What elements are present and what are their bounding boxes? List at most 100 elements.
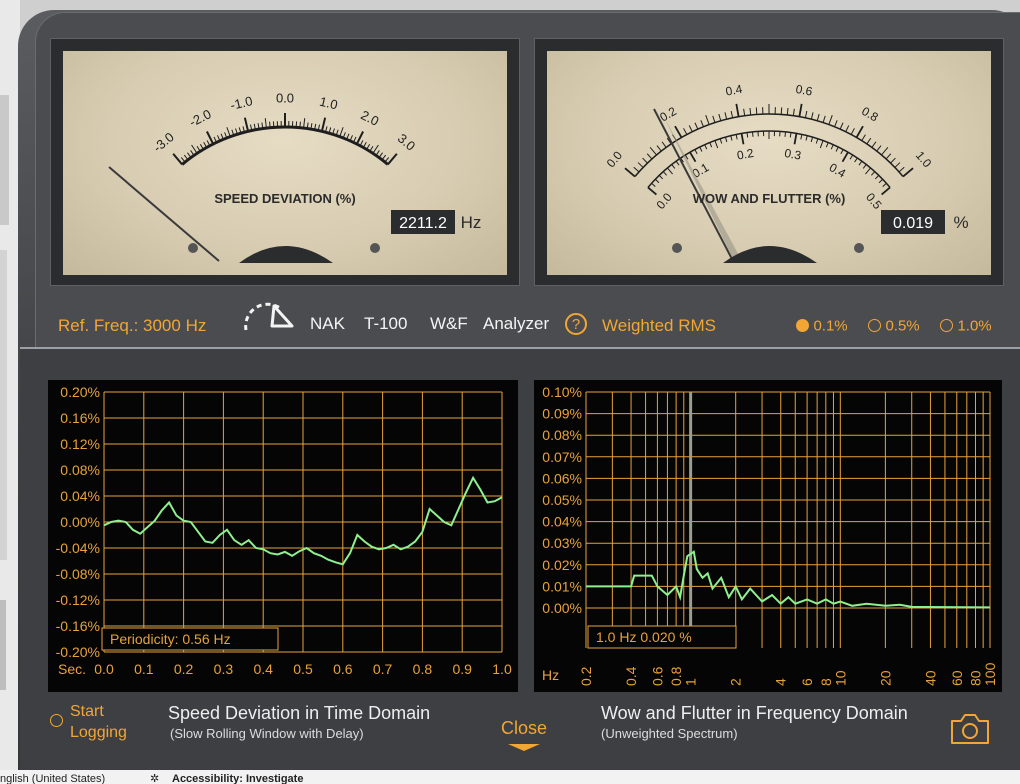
outer-tick [649, 146, 657, 156]
speed-tick-label: 1.0 [318, 94, 339, 113]
x-tick-label: 0.9 [452, 661, 472, 677]
meter-tick [381, 154, 387, 161]
background-panel [0, 95, 9, 225]
y-tick-label: -0.12% [56, 592, 100, 608]
inner-tick [671, 164, 676, 169]
help-icon[interactable]: ? [565, 313, 587, 335]
inner-tick [835, 146, 839, 152]
radio-unselected [940, 319, 953, 333]
accessibility-icon: ✲ [150, 773, 160, 784]
background-panel [0, 600, 6, 690]
time-domain-plot: 0.20% 0.16% 0.12% 0.08% 0.04% 0.00% -0.04% -0.0… [48, 380, 518, 692]
inner-tick [810, 136, 814, 143]
speed-tick-label: 0.0 [276, 90, 294, 105]
meter-tick [172, 153, 183, 166]
meter-tick [264, 118, 267, 129]
meter-tick [375, 150, 380, 156]
close-button[interactable]: Close [494, 718, 554, 758]
meter-tick [299, 121, 301, 128]
y-tick-label: 0.10% [542, 384, 582, 400]
wow-outer-label: 0.4 [725, 82, 744, 99]
inner-tick [830, 144, 834, 150]
outer-tick [902, 167, 914, 178]
outer-tick [705, 114, 710, 125]
speed-tick-label: 2.0 [358, 107, 381, 129]
outer-tick [718, 113, 722, 121]
wow-inner-label: 0.0 [653, 190, 675, 212]
outer-tick [816, 113, 820, 121]
inner-tick [724, 136, 728, 143]
reference-frequency: Ref. Freq.: 3000 Hz [58, 316, 207, 335]
freq-plot-caption: Wow and Flutter in Frequency Domain [601, 703, 908, 723]
range-option-0-1[interactable]: 0.1% [796, 317, 848, 335]
meter-tick [191, 144, 198, 154]
inner-tick [699, 146, 703, 152]
chevron-down-icon [508, 744, 540, 751]
speed-meter-title: SPEED DEVIATION (%) [214, 191, 355, 206]
meter-tick [183, 154, 189, 161]
meter-tick [378, 152, 383, 158]
range-label: 1.0% [957, 317, 992, 335]
inner-tick [865, 167, 871, 175]
needle-pivot-cover [723, 246, 817, 263]
standard-t100[interactable]: T-100 [364, 314, 407, 334]
outer-tick [656, 145, 662, 152]
y-tick-label: 0.07% [542, 449, 582, 465]
language-status[interactable]: nglish (United States) [0, 772, 105, 784]
outer-tick [810, 112, 814, 120]
x-tick-label: 0.4 [623, 666, 639, 686]
camera-icon[interactable] [948, 711, 992, 747]
y-tick-label: 0.12% [60, 436, 100, 452]
standard-analyzer[interactable]: Analyzer [483, 314, 549, 334]
outer-tick [871, 141, 877, 148]
outer-tick [637, 162, 644, 168]
outer-tick [839, 122, 844, 130]
radio-unselected [868, 319, 881, 333]
cursor-readout: 1.0 Hz 0.020 % [596, 629, 692, 645]
standard-nak[interactable]: NAK [310, 314, 345, 334]
x-tick-label: 0.0 [94, 661, 114, 677]
y-tick-label: 0.20% [60, 384, 100, 400]
wow-outer-label: 0.8 [859, 104, 881, 125]
outer-tick [646, 153, 653, 160]
outer-tick [898, 166, 905, 173]
inner-tick [735, 134, 738, 140]
inner-tick [882, 182, 887, 187]
inner-tick [654, 178, 660, 184]
weighting-mode[interactable]: Weighted RMS [602, 316, 716, 336]
y-tick-label: 0.08% [60, 462, 100, 478]
inner-tick [658, 174, 664, 180]
x-tick-label: 2 [728, 678, 744, 686]
wow-outer-label: 0.6 [795, 82, 814, 99]
freq-plot-subcaption: (Unweighted Spectrum) [601, 726, 738, 741]
inner-tick [647, 186, 657, 196]
outer-tick [804, 110, 808, 118]
outer-tick [674, 125, 683, 138]
inner-tick [793, 133, 798, 145]
wow-inner-label: 0.2 [736, 146, 755, 163]
x-tick-label: 0.6 [333, 661, 353, 677]
time-plot-subcaption: (Slow Rolling Window with Delay) [170, 726, 364, 741]
outer-tick [786, 107, 789, 116]
outer-tick [735, 103, 740, 117]
accessibility-status[interactable]: Accessibility: Investigate [172, 772, 303, 784]
outer-tick [712, 115, 716, 123]
periodicity-readout: Periodicity: 0.56 Hz [110, 631, 231, 647]
meter-screw [672, 243, 682, 253]
y-tick-label: -0.08% [56, 566, 100, 582]
inner-tick [746, 132, 749, 138]
y-tick-label: 0.01% [542, 578, 582, 594]
wow-inner-label: 0.1 [690, 160, 712, 181]
inner-tick [881, 186, 891, 196]
outer-tick [694, 122, 699, 130]
range-option-0-5[interactable]: 0.5% [868, 317, 920, 335]
help-glyph: ? [571, 316, 581, 333]
inner-tick [849, 154, 854, 160]
inner-tick [800, 134, 803, 140]
standard-wf[interactable]: W&F [430, 314, 468, 334]
y-tick-label: 0.00% [542, 600, 582, 616]
calibrate-icon[interactable] [240, 300, 302, 336]
range-option-1-0[interactable]: 1.0% [940, 317, 992, 335]
wow-unit: % [953, 213, 968, 232]
start-logging-line1: Start [70, 703, 104, 720]
